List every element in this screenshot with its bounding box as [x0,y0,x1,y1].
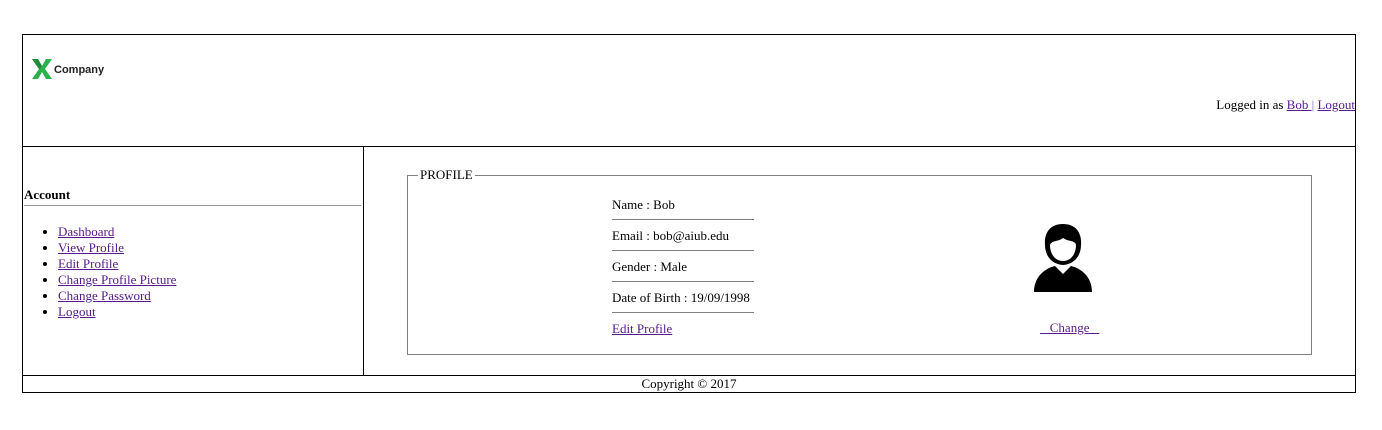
sidebar-item-change-password[interactable]: Change Password [58,288,151,303]
header-logout-link[interactable]: Logout [1317,97,1355,112]
user-avatar-icon [1028,218,1098,298]
login-info: Logged in as Bob | Logout [1216,97,1355,113]
sidebar-item-edit-profile[interactable]: Edit Profile [58,256,118,271]
sidebar-divider [24,205,361,206]
menu-item: Logout [58,304,176,320]
profile-info: Name : Bob Email : bob@aiub.edu Gender :… [612,196,754,344]
sidebar: Account Dashboard View Profile Edit Prof… [23,147,364,375]
profile-fieldset: PROFILE Name : Bob Email : bob@aiub.edu … [407,168,1312,355]
page-frame: Company Logged in as Bob | Logout Accoun… [22,34,1356,393]
logo-text: Company [54,63,105,76]
profile-dob: Date of Birth : 19/09/1998 [612,282,754,313]
footer: Copyright © 2017 [23,375,1355,393]
header-separator: | [1311,97,1315,112]
menu-item: Change Profile Picture [58,272,176,288]
edit-profile-row: Edit Profile [612,313,754,344]
change-picture-link[interactable]: Change [1040,320,1099,336]
sidebar-item-view-profile[interactable]: View Profile [58,240,124,255]
profile-legend: PROFILE [418,167,475,182]
sidebar-item-dashboard[interactable]: Dashboard [58,224,114,239]
x-logo-icon [32,59,52,79]
menu-item: Edit Profile [58,256,176,272]
profile-name: Name : Bob [612,188,754,220]
edit-profile-link[interactable]: Edit Profile [612,321,672,336]
copyright-text: Copyright © 2017 [641,376,737,391]
sidebar-item-logout[interactable]: Logout [58,304,96,319]
main-content: PROFILE Name : Bob Email : bob@aiub.edu … [364,147,1355,375]
menu-item: View Profile [58,240,176,256]
menu-item: Dashboard [58,224,176,240]
sidebar-item-change-profile-picture[interactable]: Change Profile Picture [58,272,176,287]
header: Company Logged in as Bob | Logout [23,35,1355,147]
profile-gender: Gender : Male [612,251,754,282]
user-link[interactable]: Bob [1287,97,1312,112]
logged-in-label: Logged in as [1216,97,1287,112]
sidebar-title: Account [24,187,71,202]
account-menu: Dashboard View Profile Edit Profile Chan… [23,224,176,320]
company-logo[interactable]: Company [31,58,104,80]
profile-email: Email : bob@aiub.edu [612,220,754,251]
menu-item: Change Password [58,288,176,304]
